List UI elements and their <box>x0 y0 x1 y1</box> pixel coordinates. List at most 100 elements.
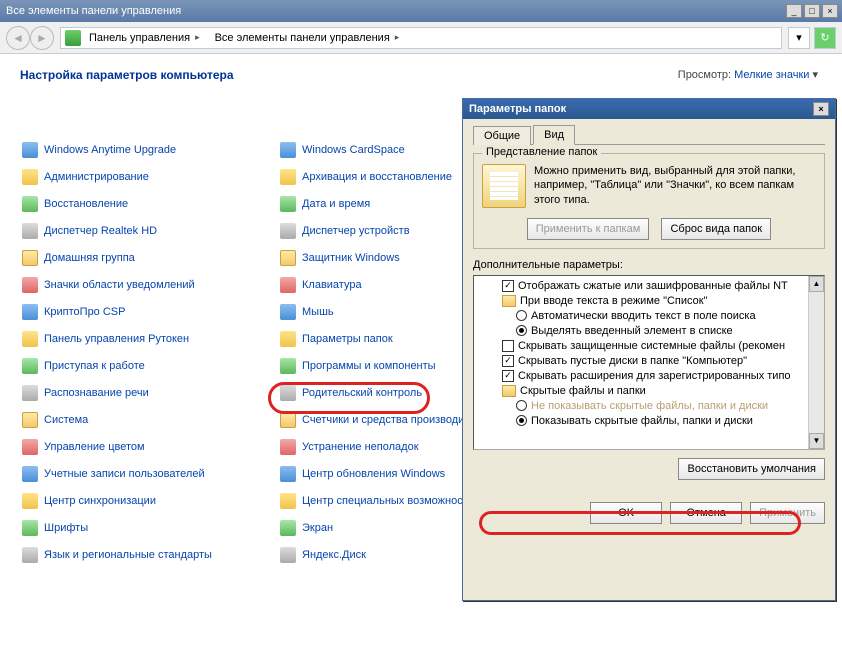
cp-item-link[interactable]: Система <box>44 414 88 426</box>
cp-item-icon <box>280 223 296 239</box>
advanced-setting-row[interactable]: Не показывать скрытые файлы, папки и дис… <box>474 398 824 413</box>
tab-view[interactable]: Вид <box>533 125 575 145</box>
cp-item-link[interactable]: Центр синхронизации <box>44 495 156 507</box>
cp-item-icon <box>22 412 38 428</box>
cp-item[interactable]: Значки области уведомлений <box>20 271 278 298</box>
cp-item-link[interactable]: Диспетчер Realtek HD <box>44 225 157 237</box>
cp-item-link[interactable]: Устранение неполадок <box>302 441 419 453</box>
checkbox-icon <box>502 370 514 382</box>
cp-item-link[interactable]: Мышь <box>302 306 334 318</box>
cp-item-link[interactable]: Центр специальных возможностей <box>302 495 480 507</box>
cp-item-link[interactable]: КриптоПро CSP <box>44 306 125 318</box>
dialog-footer: OK Отмена Применить <box>473 494 825 524</box>
cp-item[interactable]: Приступая к работе <box>20 352 278 379</box>
maximize-button[interactable]: □ <box>804 4 820 18</box>
forward-button[interactable]: ► <box>30 26 54 50</box>
cp-item[interactable]: Восстановление <box>20 190 278 217</box>
cp-item-link[interactable]: Родительский контроль <box>302 387 422 399</box>
advanced-setting-row[interactable]: Автоматически вводить текст в поле поиск… <box>474 308 824 323</box>
cp-item-link[interactable]: Значки области уведомлений <box>44 279 195 291</box>
cp-item-link[interactable]: Защитник Windows <box>302 252 400 264</box>
cp-item-icon <box>280 547 296 563</box>
advanced-setting-label: Выделять введенный элемент в списке <box>531 325 733 337</box>
cp-item-link[interactable]: Администрирование <box>44 171 149 183</box>
cp-item-icon <box>22 547 38 563</box>
cancel-button[interactable]: Отмена <box>670 502 742 524</box>
apply-button[interactable]: Применить <box>750 502 825 524</box>
advanced-setting-row[interactable]: Скрывать пустые диски в папке "Компьютер… <box>474 353 824 368</box>
advanced-setting-row[interactable]: Скрывать расширения для зарегистрированн… <box>474 368 824 383</box>
cp-item-link[interactable]: Восстановление <box>44 198 128 210</box>
cp-item-icon <box>22 385 38 401</box>
cp-item-link[interactable]: Программы и компоненты <box>302 360 436 372</box>
cp-item-link[interactable]: Windows CardSpace <box>302 144 405 156</box>
advanced-setting-row[interactable]: Отображать сжатые или зашифрованные файл… <box>474 278 824 293</box>
cp-item-icon <box>280 412 296 428</box>
cp-item[interactable]: Учетные записи пользователей <box>20 460 278 487</box>
cp-item-link[interactable]: Учетные записи пользователей <box>44 468 205 480</box>
cp-item[interactable]: Шрифты <box>20 514 278 541</box>
cp-item[interactable]: Диспетчер Realtek HD <box>20 217 278 244</box>
cp-item-link[interactable]: Язык и региональные стандарты <box>44 549 212 561</box>
tab-general[interactable]: Общие <box>473 126 531 145</box>
dialog-title: Параметры папок <box>469 103 566 115</box>
cp-item[interactable]: Центр синхронизации <box>20 487 278 514</box>
cp-item-link[interactable]: Диспетчер устройств <box>302 225 410 237</box>
items-column-left: Windows Anytime Upgrade Администрирование… <box>20 136 278 568</box>
restore-defaults-button[interactable]: Восстановить умолчания <box>678 458 825 480</box>
back-button[interactable]: ◄ <box>6 26 30 50</box>
radio-icon <box>516 415 527 426</box>
reset-folders-button[interactable]: Сброс вида папок <box>661 218 771 240</box>
cp-item[interactable]: Распознавание речи <box>20 379 278 406</box>
cp-item-link[interactable]: Архивация и восстановление <box>302 171 452 183</box>
advanced-settings-tree[interactable]: Отображать сжатые или зашифрованные файл… <box>473 275 825 450</box>
cp-item[interactable]: Язык и региональные стандарты <box>20 541 278 568</box>
cp-item-link[interactable]: Панель управления Рутокен <box>44 333 189 345</box>
cp-item-link[interactable]: Приступая к работе <box>44 360 145 372</box>
cp-item-icon <box>280 142 296 158</box>
cp-item[interactable]: Домашняя группа <box>20 244 278 271</box>
minimize-button[interactable]: _ <box>786 4 802 18</box>
advanced-setting-row[interactable]: При вводе текста в режиме "Список" <box>474 293 824 308</box>
advanced-setting-row[interactable]: Скрывать защищенные системные файлы (рек… <box>474 338 824 353</box>
cp-item-icon <box>280 520 296 536</box>
advanced-setting-row[interactable]: Показывать скрытые файлы, папки и диски <box>474 413 824 428</box>
close-button[interactable]: × <box>822 4 838 18</box>
ok-button[interactable]: OK <box>590 502 662 524</box>
advanced-setting-row[interactable]: Выделять введенный элемент в списке <box>474 323 824 338</box>
cp-item-link[interactable]: Шрифты <box>44 522 88 534</box>
advanced-setting-row[interactable]: Скрытые файлы и папки <box>474 383 824 398</box>
cp-item-link[interactable]: Клавиатура <box>302 279 362 291</box>
cp-item-link[interactable]: Счетчики и средства производите <box>302 414 475 426</box>
cp-item-link[interactable]: Центр обновления Windows <box>302 468 445 480</box>
folder-view-icon <box>482 164 526 208</box>
cp-item[interactable]: Администрирование <box>20 163 278 190</box>
cp-item-link[interactable]: Распознавание речи <box>44 387 149 399</box>
address-bar[interactable]: Панель управления Все элементы панели уп… <box>60 27 782 49</box>
breadcrumb-all-items[interactable]: Все элементы панели управления <box>211 28 407 48</box>
cp-item[interactable]: Система <box>20 406 278 433</box>
cp-item-link[interactable]: Домашняя группа <box>44 252 135 264</box>
breadcrumb-control-panel[interactable]: Панель управления <box>85 28 207 48</box>
dropdown-button[interactable]: ▾ <box>788 27 810 49</box>
cp-item-link[interactable]: Управление цветом <box>44 441 145 453</box>
cp-item-link[interactable]: Экран <box>302 522 333 534</box>
cp-item[interactable]: Управление цветом <box>20 433 278 460</box>
cp-item-link[interactable]: Параметры папок <box>302 333 393 345</box>
apply-to-folders-button[interactable]: Применить к папкам <box>527 218 650 240</box>
radio-icon <box>516 400 527 411</box>
cp-item-link[interactable]: Яндекс.Диск <box>302 549 366 561</box>
cp-item-link[interactable]: Windows Anytime Upgrade <box>44 144 176 156</box>
cp-item[interactable]: КриптоПро CSP <box>20 298 278 325</box>
refresh-button[interactable]: ↻ <box>814 27 836 49</box>
tree-scrollbar[interactable] <box>808 276 824 449</box>
cp-item[interactable]: Панель управления Рутокен <box>20 325 278 352</box>
cp-item[interactable]: Windows Anytime Upgrade <box>20 136 278 163</box>
dialog-close-button[interactable]: × <box>813 102 829 116</box>
cp-item-icon <box>22 520 38 536</box>
cp-item-link[interactable]: Дата и время <box>302 198 370 210</box>
cp-item-icon <box>280 466 296 482</box>
view-by-value[interactable]: Мелкие значки <box>734 69 809 81</box>
advanced-setting-label: Скрытые файлы и папки <box>520 385 646 397</box>
cp-item-icon <box>22 493 38 509</box>
